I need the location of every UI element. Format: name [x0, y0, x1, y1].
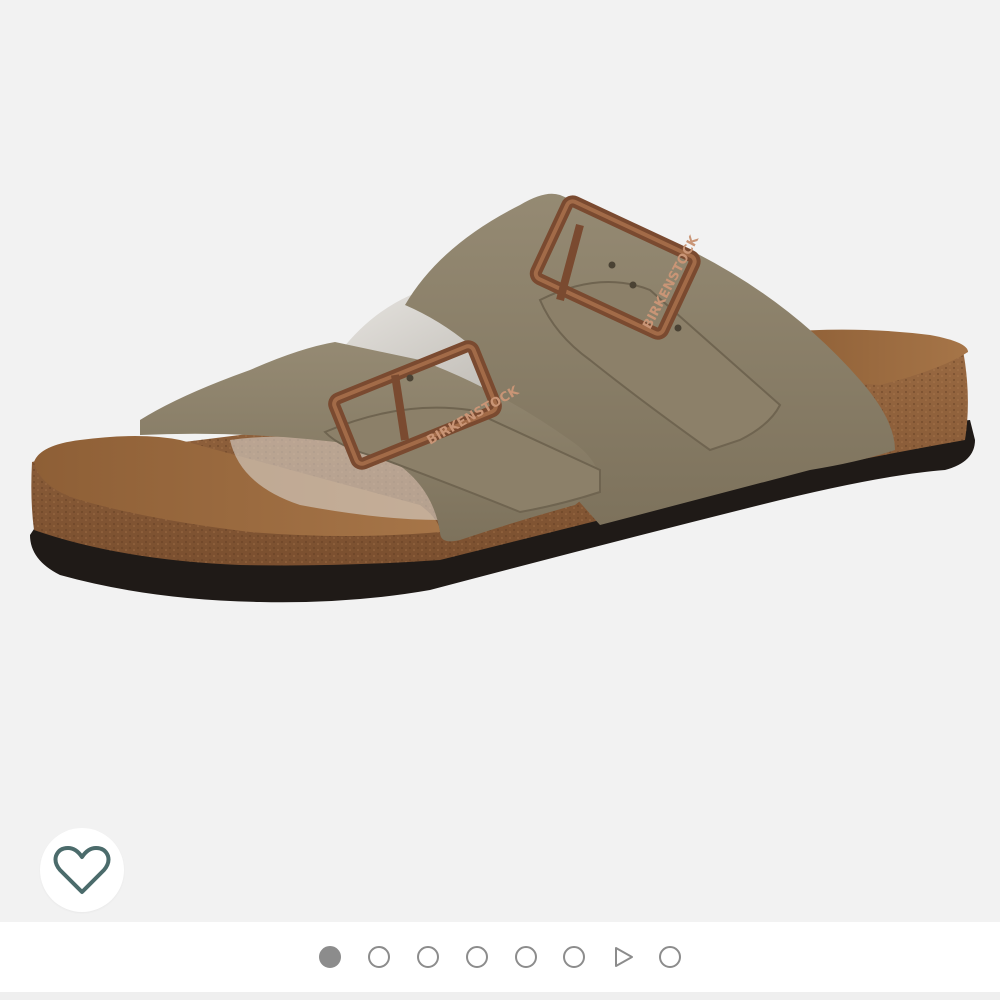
carousel-dot-1[interactable]: [319, 946, 341, 968]
carousel-dot-3[interactable]: [417, 946, 439, 968]
carousel-dot-4[interactable]: [466, 946, 488, 968]
carousel-dot-8[interactable]: [659, 946, 681, 968]
product-image-panel[interactable]: BIRKENSTOCK BIRKENSTOCK: [0, 0, 1000, 922]
product-image: BIRKENSTOCK BIRKENSTOCK: [30, 193, 975, 603]
play-icon: [615, 947, 633, 967]
carousel-dot-5[interactable]: [515, 946, 537, 968]
bottom-divider: [0, 992, 1000, 1000]
carousel-video-dot[interactable]: [611, 945, 635, 969]
carousel-dots: [310, 942, 690, 972]
wishlist-button[interactable]: [40, 828, 124, 912]
carousel-dot-6[interactable]: [563, 946, 585, 968]
heart-outline-icon: [53, 846, 111, 894]
carousel-dot-2[interactable]: [368, 946, 390, 968]
image-carousel-indicators: [0, 922, 1000, 992]
